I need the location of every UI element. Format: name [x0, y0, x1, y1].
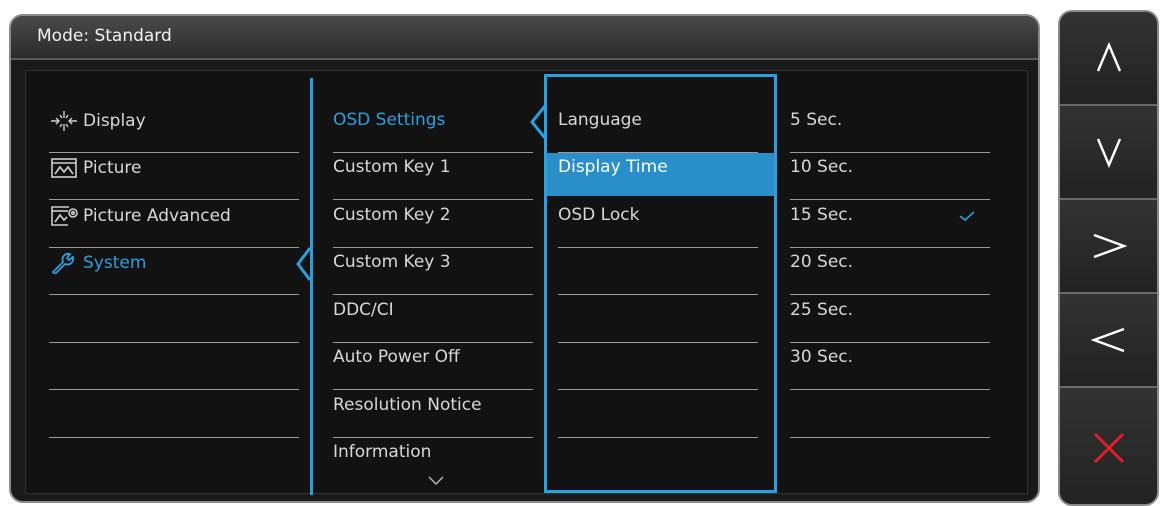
divider — [790, 199, 990, 200]
control-key-panel — [1058, 10, 1159, 506]
option-language[interactable]: Language — [558, 110, 642, 130]
submenu-item-custom-key-3[interactable]: Custom Key 3 — [333, 252, 451, 272]
divider — [558, 152, 758, 153]
divider — [558, 247, 758, 248]
picture-advanced-icon — [49, 205, 79, 227]
menu-item-label: Display — [83, 111, 146, 131]
submenu-accent-bar — [310, 78, 313, 495]
submenu-item-information[interactable]: Information — [333, 442, 431, 462]
menu-item-label: System — [83, 253, 147, 273]
submenu-item-custom-key-2[interactable]: Custom Key 2 — [333, 205, 451, 225]
divider — [558, 437, 758, 438]
chevron-left-icon — [296, 247, 312, 281]
osd-panel: Mode: Standard Display Picture Picture A… — [9, 14, 1040, 503]
down-caret-icon — [1096, 138, 1121, 169]
submenu-item-auto-power-off[interactable]: Auto Power Off — [333, 347, 460, 367]
divider — [333, 294, 533, 295]
up-button[interactable] — [1060, 12, 1157, 106]
scroll-down-chevron-icon[interactable] — [428, 476, 444, 486]
checkmark-icon — [959, 211, 975, 221]
close-button[interactable] — [1060, 388, 1157, 504]
menu-item-label: Picture — [83, 158, 142, 178]
divider — [333, 152, 533, 153]
down-button[interactable] — [1060, 106, 1157, 200]
time-option-10[interactable]: 10 Sec. — [790, 157, 853, 177]
up-caret-icon — [1096, 41, 1121, 72]
divider — [49, 199, 299, 200]
close-x-icon — [1093, 432, 1124, 464]
option-display-time[interactable]: Display Time — [558, 157, 668, 177]
divider — [49, 152, 299, 153]
right-caret-icon — [1093, 233, 1127, 259]
option-osd-lock[interactable]: OSD Lock — [558, 205, 639, 225]
divider — [558, 294, 758, 295]
chevron-left-icon — [530, 105, 547, 139]
divider — [790, 294, 990, 295]
submenu-item-custom-key-1[interactable]: Custom Key 1 — [333, 157, 451, 177]
submenu-item-ddc-ci[interactable]: DDC/CI — [333, 300, 394, 320]
left-caret-icon — [1090, 327, 1124, 353]
time-option-15[interactable]: 15 Sec. — [790, 205, 853, 225]
divider — [49, 389, 299, 390]
picture-icon — [49, 157, 79, 179]
divider — [790, 437, 990, 438]
time-option-20[interactable]: 20 Sec. — [790, 252, 853, 272]
divider — [790, 152, 990, 153]
time-option-5[interactable]: 5 Sec. — [790, 110, 842, 130]
divider — [49, 294, 299, 295]
divider — [790, 342, 990, 343]
divider — [333, 389, 533, 390]
osd-settings-panel — [544, 74, 777, 493]
divider — [790, 389, 990, 390]
divider — [49, 437, 299, 438]
time-option-30[interactable]: 30 Sec. — [790, 347, 853, 367]
menu-item-system[interactable]: System — [49, 252, 147, 276]
menu-item-display[interactable]: Display — [49, 110, 146, 132]
menu-item-label: Picture Advanced — [83, 206, 231, 226]
submenu-item-resolution-notice[interactable]: Resolution Notice — [333, 395, 482, 415]
divider — [558, 342, 758, 343]
divider — [333, 247, 533, 248]
mode-bar: Mode: Standard — [11, 16, 1038, 60]
menu-item-picture-advanced[interactable]: Picture Advanced — [49, 205, 231, 227]
divider — [49, 247, 299, 248]
time-option-25[interactable]: 25 Sec. — [790, 300, 853, 320]
display-icon — [49, 110, 79, 132]
menu-item-picture[interactable]: Picture — [49, 157, 141, 179]
divider — [333, 437, 533, 438]
submenu-item-osd-settings[interactable]: OSD Settings — [333, 110, 445, 130]
right-button[interactable] — [1060, 200, 1157, 294]
divider — [333, 342, 533, 343]
mode-label: Mode: Standard — [37, 26, 172, 46]
divider — [49, 342, 299, 343]
divider — [333, 199, 533, 200]
system-wrench-icon — [49, 252, 79, 276]
divider — [558, 389, 758, 390]
divider — [790, 247, 990, 248]
left-button[interactable] — [1060, 294, 1157, 388]
